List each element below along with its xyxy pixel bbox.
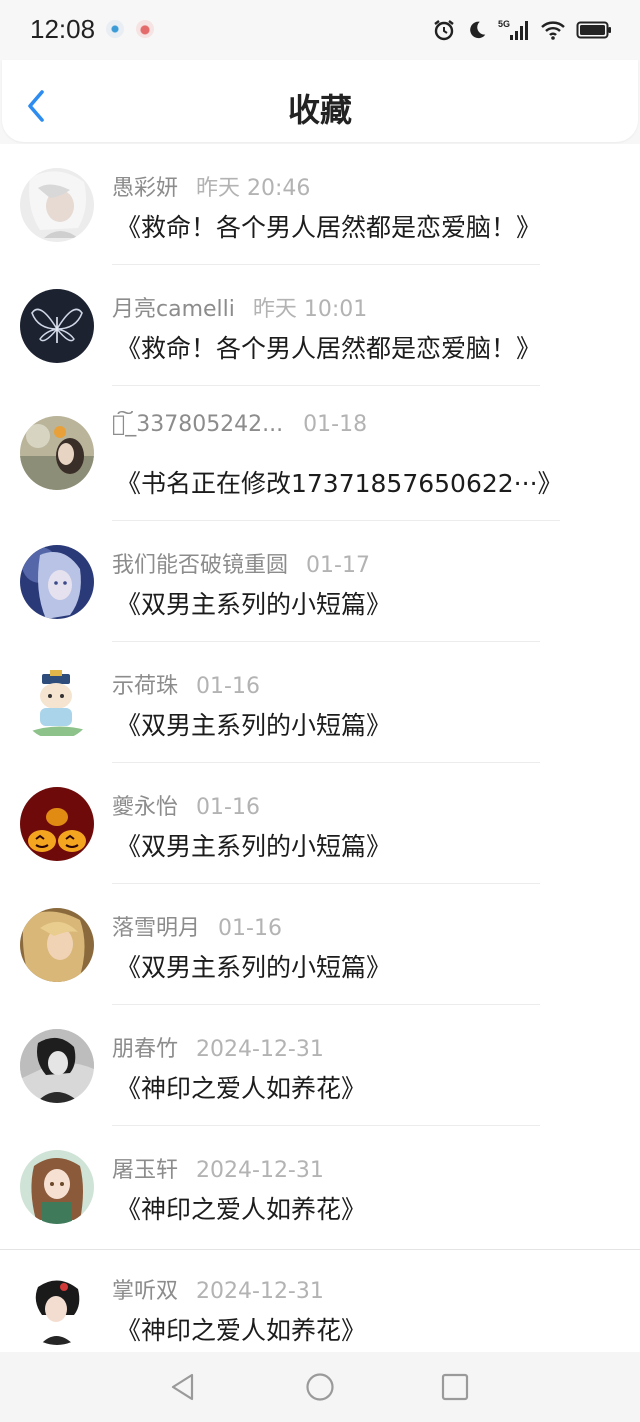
avatar: [20, 545, 94, 619]
moon-icon: [470, 21, 486, 39]
book-title[interactable]: 《双男主系列的小短篇》: [116, 706, 391, 742]
book-title[interactable]: 《神印之爱人如养花》: [116, 1311, 366, 1347]
avatar: [20, 1150, 94, 1224]
list-item[interactable]: 示荷珠 01-16 《双男主系列的小短篇》: [0, 642, 640, 763]
list-item[interactable]: 愚彩妍 昨天 20:46 《救命！各个男人居然都是恋爱脑！》: [0, 144, 640, 265]
nav-back-button[interactable]: [168, 1372, 198, 1402]
battery-icon: [576, 21, 611, 39]
item-meta: 屠玉轩 2024-12-31: [112, 1152, 324, 1184]
username[interactable]: 朋春竹: [112, 1031, 178, 1063]
nav-recents-button[interactable]: [440, 1372, 470, 1402]
avatar: [20, 908, 94, 982]
book-title[interactable]: 《双男主系列的小短篇》: [116, 827, 391, 863]
divider: [0, 1249, 640, 1250]
username[interactable]: 月亮camelli: [112, 291, 235, 323]
avatar: [20, 666, 94, 740]
notification-app-icon: [136, 20, 154, 38]
list-item[interactable]: 落雪明月 01-16 《双男主系列的小短篇》: [0, 884, 640, 1005]
username[interactable]: 我们能否破镜重圆: [112, 547, 288, 579]
item-meta: 落雪明月 01-16: [112, 910, 282, 942]
book-title[interactable]: 《救命！各个男人居然都是恋爱脑！》: [116, 208, 541, 244]
status-icons: 5G: [432, 16, 612, 44]
username[interactable]: 夔永怡: [112, 789, 178, 821]
system-navigation-bar: [0, 1352, 640, 1422]
timestamp: 01-17: [306, 553, 370, 578]
item-meta: 愚彩妍 昨天 20:46: [112, 170, 310, 202]
timestamp: 01-16: [196, 674, 260, 699]
timestamp: 2024-12-31: [196, 1037, 324, 1062]
item-meta: ᯤ͠_337805242... 01-18: [112, 412, 367, 437]
timestamp: 2024-12-31: [196, 1158, 324, 1183]
list-item[interactable]: ᯤ͠_337805242... 01-18 《书名正在修改17371857650…: [0, 386, 640, 521]
signal-icon: 5G: [498, 19, 528, 40]
item-meta: 示荷珠 01-16: [112, 668, 260, 700]
timestamp: 昨天 10:01: [252, 297, 368, 322]
book-title[interactable]: 《双男主系列的小短篇》: [116, 948, 391, 984]
avatar: [20, 289, 94, 363]
status-time: 12:08: [30, 14, 96, 44]
avatar: [20, 1271, 94, 1345]
book-title[interactable]: 《双男主系列的小短篇》: [116, 585, 391, 621]
top-app-bar: 收藏: [2, 60, 638, 142]
list-item[interactable]: 我们能否破镜重圆 01-17 《双男主系列的小短篇》: [0, 521, 640, 642]
list-item[interactable]: 月亮camelli 昨天 10:01 《救命！各个男人居然都是恋爱脑！》: [0, 265, 640, 386]
timestamp: 01-16: [218, 916, 282, 941]
alarm-icon: [434, 20, 454, 41]
timestamp: 01-16: [196, 795, 260, 820]
username[interactable]: 屠玉轩: [112, 1152, 178, 1184]
list-item[interactable]: 夔永怡 01-16 《双男主系列的小短篇》: [0, 763, 640, 884]
list-item[interactable]: 掌听双 2024-12-31 《神印之爱人如养花》: [0, 1247, 640, 1354]
circle-home-icon: [306, 1373, 334, 1401]
avatar: [20, 787, 94, 861]
book-title[interactable]: 《神印之爱人如养花》: [116, 1190, 366, 1226]
book-title[interactable]: 《救命！各个男人居然都是恋爱脑！》: [116, 329, 541, 365]
timestamp: 2024-12-31: [196, 1279, 324, 1304]
username[interactable]: 愚彩妍: [112, 170, 178, 202]
list-item[interactable]: 屠玉轩 2024-12-31 《神印之爱人如养花》: [0, 1126, 640, 1247]
book-title[interactable]: 《书名正在修改17371857650622···》: [116, 464, 563, 500]
status-bar: 12:08 5G: [0, 0, 640, 60]
favorites-list: 愚彩妍 昨天 20:46 《救命！各个男人居然都是恋爱脑！》 月亮camelli…: [0, 144, 640, 1354]
item-meta: 我们能否破镜重圆 01-17: [112, 547, 370, 579]
avatar: [20, 416, 94, 490]
list-item[interactable]: 朋春竹 2024-12-31 《神印之爱人如养花》: [0, 1005, 640, 1126]
username[interactable]: 示荷珠: [112, 668, 178, 700]
item-meta: 朋春竹 2024-12-31: [112, 1031, 324, 1063]
timestamp: 昨天 20:46: [196, 176, 311, 201]
notification-app-icon: [106, 20, 124, 38]
avatar: [20, 168, 94, 242]
timestamp: 01-18: [303, 412, 368, 437]
item-meta: 掌听双 2024-12-31: [112, 1273, 324, 1305]
wifi-icon: [541, 21, 565, 40]
item-meta: 夔永怡 01-16: [112, 789, 260, 821]
username[interactable]: ᯤ͠_337805242...: [112, 412, 283, 437]
book-title[interactable]: 《神印之爱人如养花》: [116, 1069, 366, 1105]
nav-home-button[interactable]: [305, 1372, 335, 1402]
network-type-label: 5G: [498, 19, 510, 29]
avatar: [20, 1029, 94, 1103]
item-meta: 月亮camelli 昨天 10:01: [112, 291, 367, 323]
page-title: 收藏: [287, 91, 352, 129]
username[interactable]: 落雪明月: [112, 910, 200, 942]
square-recents-icon: [441, 1373, 469, 1401]
triangle-back-icon: [171, 1373, 194, 1401]
username[interactable]: 掌听双: [112, 1273, 178, 1305]
